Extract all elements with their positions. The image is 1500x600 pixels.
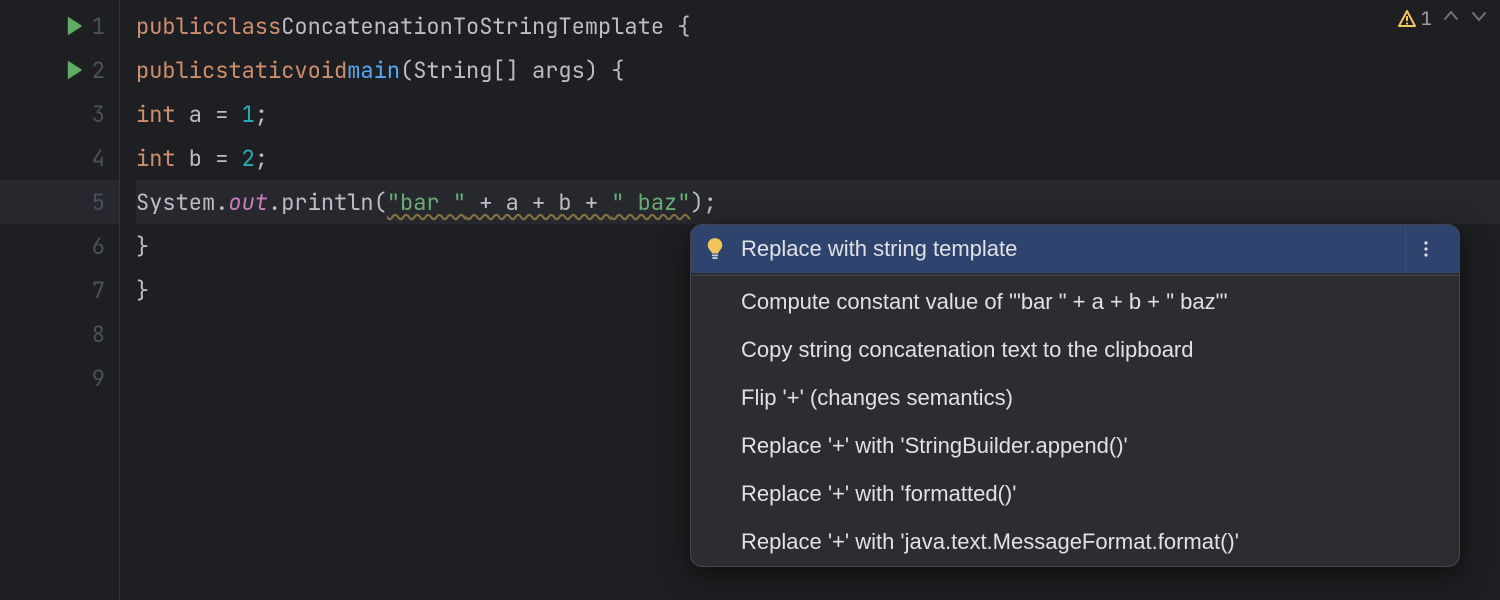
intention-action-item[interactable]: Replace with string template bbox=[691, 225, 1459, 273]
separator bbox=[691, 275, 1459, 276]
gutter: 1 2 3 4 5 6 7 8 9 bbox=[0, 0, 120, 600]
code-line[interactable]: int b = 2; bbox=[136, 136, 1500, 180]
gutter-row[interactable]: 5 bbox=[0, 180, 119, 224]
intention-action-label: Flip '+' (changes semantics) bbox=[741, 385, 1013, 411]
code-line[interactable]: int a = 1; bbox=[136, 92, 1500, 136]
line-number: 1 bbox=[79, 12, 105, 41]
inspection-widget[interactable]: 1 bbox=[1397, 6, 1488, 31]
intention-action-label: Copy string concatenation text to the cl… bbox=[741, 337, 1194, 363]
prev-highlight-icon[interactable] bbox=[1442, 6, 1460, 31]
line-number: 8 bbox=[79, 320, 105, 349]
line-number: 7 bbox=[79, 276, 105, 305]
gutter-row[interactable]: 3 bbox=[0, 92, 119, 136]
gutter-row[interactable]: 2 bbox=[0, 48, 119, 92]
gutter-row[interactable]: 8 bbox=[0, 312, 119, 356]
next-highlight-icon[interactable] bbox=[1470, 6, 1488, 31]
line-number: 4 bbox=[79, 144, 105, 173]
line-number: 9 bbox=[79, 364, 105, 393]
more-options-icon[interactable] bbox=[1405, 225, 1445, 273]
code-editor: 1 2 3 4 5 6 7 8 9 public c bbox=[0, 0, 1500, 600]
code-line[interactable]: System.out.println("bar " + a + b + " ba… bbox=[136, 180, 1500, 224]
line-number: 5 bbox=[79, 188, 105, 217]
run-icon[interactable] bbox=[68, 17, 82, 35]
gutter-row[interactable]: 6 bbox=[0, 224, 119, 268]
line-number: 2 bbox=[79, 56, 105, 85]
warning-count: 1 bbox=[1421, 6, 1432, 31]
line-number: 6 bbox=[79, 232, 105, 261]
gutter-row[interactable]: 1 bbox=[0, 4, 119, 48]
intention-action-item[interactable]: Replace '+' with 'formatted()' bbox=[691, 470, 1459, 518]
intention-action-label: Replace '+' with 'formatted()' bbox=[741, 481, 1016, 507]
line-number: 3 bbox=[79, 100, 105, 129]
intention-action-item[interactable]: Replace '+' with 'java.text.MessageForma… bbox=[691, 518, 1459, 566]
gutter-row[interactable]: 7 bbox=[0, 268, 119, 312]
intention-action-item[interactable]: Flip '+' (changes semantics) bbox=[691, 374, 1459, 422]
intention-action-label: Replace '+' with 'java.text.MessageForma… bbox=[741, 529, 1239, 555]
lightbulb-icon bbox=[705, 237, 725, 261]
intention-action-label: Compute constant value of '"bar " + a + … bbox=[741, 289, 1228, 315]
intention-action-label: Replace with string template bbox=[741, 236, 1017, 262]
gutter-row[interactable]: 9 bbox=[0, 356, 119, 400]
intention-action-item[interactable]: Copy string concatenation text to the cl… bbox=[691, 326, 1459, 374]
intention-action-label: Replace '+' with 'StringBuilder.append()… bbox=[741, 433, 1128, 459]
gutter-row[interactable]: 4 bbox=[0, 136, 119, 180]
run-icon[interactable] bbox=[68, 61, 82, 79]
intention-actions-popup: Replace with string template Compute con… bbox=[690, 224, 1460, 567]
intention-action-item[interactable]: Replace '+' with 'StringBuilder.append()… bbox=[691, 422, 1459, 470]
code-line[interactable]: public static void main(String[] args) { bbox=[136, 48, 1500, 92]
code-line[interactable]: public class ConcatenationToStringTempla… bbox=[136, 4, 1500, 48]
intention-action-item[interactable]: Compute constant value of '"bar " + a + … bbox=[691, 278, 1459, 326]
warning-indicator[interactable]: 1 bbox=[1397, 6, 1432, 31]
